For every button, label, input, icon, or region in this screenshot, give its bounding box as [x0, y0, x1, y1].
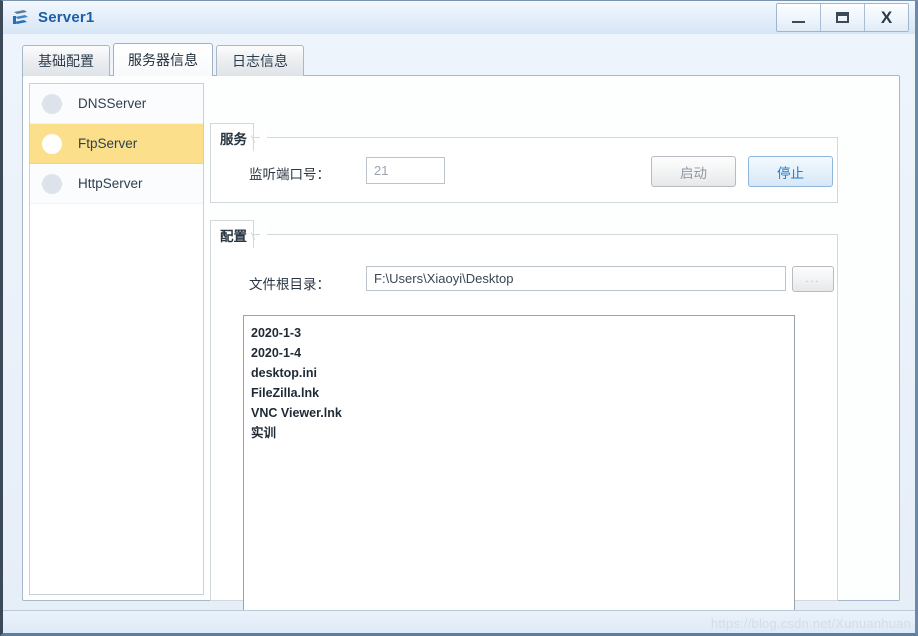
close-button[interactable]: X: [865, 4, 908, 31]
close-icon: X: [880, 8, 893, 27]
sidebar-item-label: FtpServer: [78, 136, 138, 151]
tab-label: 日志信息: [232, 53, 288, 69]
config-group-title: 配置: [220, 229, 247, 244]
tab-log-info[interactable]: 日志信息: [216, 45, 304, 76]
server-list[interactable]: DNSServer FtpServer HttpServer: [29, 83, 204, 595]
service-group-header: 服务: [210, 123, 267, 152]
stop-button[interactable]: 停止: [748, 156, 833, 187]
client-area: 基础配置 服务器信息 日志信息 DNSServer FtpServer Http…: [3, 34, 915, 633]
status-dot-active-icon: [42, 133, 62, 154]
sidebar-item-ftpserver[interactable]: FtpServer: [30, 124, 203, 164]
maximize-button[interactable]: [821, 4, 865, 31]
list-item[interactable]: VNC Viewer.lnk: [251, 403, 794, 423]
tab-strip: 基础配置 服务器信息 日志信息: [22, 43, 307, 76]
window-title: Server1: [38, 9, 95, 26]
minimize-icon: [792, 20, 805, 23]
port-label: 监听端口号：: [249, 167, 330, 182]
watermark-text: https://blog.csdn.net/Xunuanhuan: [710, 616, 911, 631]
list-item[interactable]: FileZilla.lnk: [251, 383, 794, 403]
server-app-icon: [11, 8, 31, 28]
browse-button[interactable]: ...: [792, 266, 834, 292]
sidebar-item-label: DNSServer: [78, 96, 147, 111]
port-input[interactable]: 21: [366, 157, 445, 184]
maximize-icon: [836, 12, 849, 23]
service-group-box: 服务 监听端口号： 21 启动 停止: [210, 123, 838, 203]
group-header-slant: [251, 123, 267, 153]
tab-label: 服务器信息: [128, 52, 198, 68]
list-item[interactable]: desktop.ini: [251, 363, 794, 383]
application-window: Server1 X 基础配置 服务器信息 日志信息 DNSServer FtpS…: [0, 0, 918, 636]
status-dot-idle-icon: [42, 93, 62, 114]
minimize-button[interactable]: [777, 4, 821, 31]
service-group-title: 服务: [220, 132, 247, 147]
config-group-box: 配置 文件根目录： F:\Users\Xiaoyi\Desktop ... 20…: [210, 220, 838, 616]
status-dot-idle-icon: [42, 173, 62, 194]
config-group-header: 配置: [210, 220, 267, 249]
list-item[interactable]: 2020-1-4: [251, 343, 794, 363]
start-button[interactable]: 启动: [651, 156, 736, 187]
tab-basic-config[interactable]: 基础配置: [22, 45, 110, 76]
root-dir-input[interactable]: F:\Users\Xiaoyi\Desktop: [366, 266, 786, 291]
tab-label: 基础配置: [38, 53, 94, 69]
list-item[interactable]: 2020-1-3: [251, 323, 794, 343]
status-bar: https://blog.csdn.net/Xunuanhuan: [3, 610, 915, 633]
file-list[interactable]: 2020-1-3 2020-1-4 desktop.ini FileZilla.…: [243, 315, 795, 616]
window-controls: X: [776, 3, 909, 32]
tab-server-info[interactable]: 服务器信息: [113, 43, 213, 76]
sidebar-item-label: HttpServer: [78, 176, 143, 191]
group-header-slant: [251, 220, 267, 250]
title-bar: Server1 X: [3, 1, 915, 34]
root-dir-label: 文件根目录：: [249, 277, 330, 292]
sidebar-item-dnsserver[interactable]: DNSServer: [30, 84, 203, 124]
list-item[interactable]: 实训: [251, 423, 794, 443]
sidebar-item-httpserver[interactable]: HttpServer: [30, 164, 203, 204]
